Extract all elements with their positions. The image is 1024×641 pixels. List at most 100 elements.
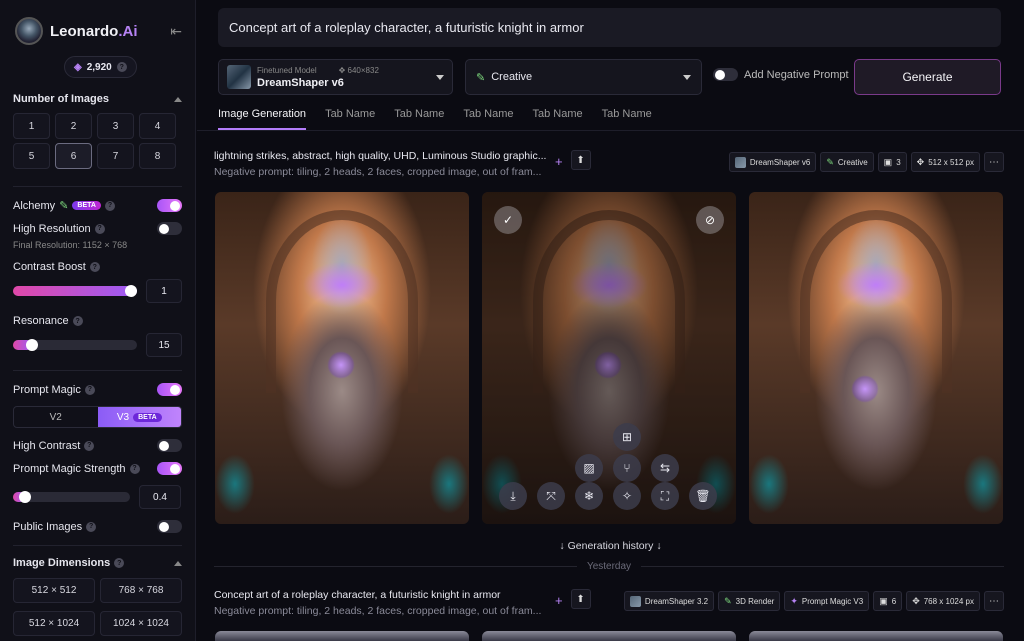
- help-icon[interactable]: ?: [72, 316, 83, 326]
- generated-image-hovered[interactable]: ✓ ⊘ ⊞ ▨ ⑂ ⇆ ⤓ ⤧ ❄ ✧ ⛶ 🗑: [482, 192, 736, 524]
- dim-button[interactable]: 1024 × 1024: [100, 611, 182, 636]
- magic-chip: ✦ Prompt Magic V3: [784, 591, 870, 611]
- snowflake-icon[interactable]: ❄: [575, 482, 603, 510]
- expand-prompt-icon[interactable]: +: [555, 154, 563, 169]
- slider-handle[interactable]: [18, 491, 31, 503]
- prompt-magic-toggle[interactable]: [157, 383, 182, 396]
- sidebar: Leonardo.Ai ⇤ ◈ 2,920 ? Number of Images…: [0, 0, 196, 641]
- expand-icon[interactable]: ⤧: [537, 482, 565, 510]
- num-images-option[interactable]: 8: [139, 143, 176, 169]
- branch-icon[interactable]: ⑂: [613, 454, 641, 482]
- num-images-option[interactable]: 5: [13, 143, 50, 169]
- prompt-input[interactable]: Concept art of a roleplay character, a f…: [218, 8, 1001, 47]
- tab-item[interactable]: Tab Name: [394, 108, 444, 130]
- help-icon[interactable]: ?: [104, 200, 115, 211]
- reuse-prompt-button[interactable]: ⬆: [570, 589, 591, 609]
- dims-grid: 512 × 512 768 × 768 512 × 1024 1024 × 10…: [13, 578, 182, 636]
- help-icon[interactable]: ?: [94, 223, 105, 234]
- collapse-caret-icon[interactable]: [174, 560, 182, 566]
- collapse-caret-icon[interactable]: [174, 96, 182, 102]
- size-chip: ✥ 768 x 1024 px: [906, 591, 980, 611]
- pattern-icon[interactable]: ▨: [575, 454, 603, 482]
- collapse-sidebar-icon[interactable]: ⇤: [170, 23, 182, 40]
- magic-icon[interactable]: ✧: [613, 482, 641, 510]
- dim-button[interactable]: 512 × 1024: [13, 611, 95, 636]
- tab-item[interactable]: Tab Name: [463, 108, 513, 130]
- sparkle-icon: ✦: [790, 595, 798, 606]
- help-icon[interactable]: ?: [129, 463, 140, 474]
- help-icon[interactable]: ?: [84, 384, 95, 395]
- generated-image[interactable]: [215, 631, 469, 641]
- high-res-toggle[interactable]: [157, 222, 182, 235]
- high-contrast-toggle[interactable]: [157, 439, 182, 452]
- chevron-down-icon: [436, 74, 444, 80]
- token-icon: ◈: [74, 61, 82, 73]
- download-icon[interactable]: ⤓: [499, 482, 527, 510]
- model-chip: DreamShaper 3.2: [623, 591, 715, 611]
- alchemy-toggle[interactable]: [157, 199, 182, 212]
- logo-avatar: [15, 17, 43, 45]
- version-v2-button[interactable]: V2: [14, 407, 98, 427]
- generated-image[interactable]: [749, 631, 1003, 641]
- num-images-option[interactable]: 6: [55, 143, 92, 169]
- token-balance[interactable]: ◈ 2,920 ?: [64, 56, 137, 78]
- dims-section[interactable]: Image Dimensions ?: [13, 557, 182, 569]
- check-icon[interactable]: ✓: [494, 206, 522, 234]
- dim-button[interactable]: 768 × 768: [100, 578, 182, 603]
- num-images-option[interactable]: 2: [55, 113, 92, 139]
- crop-icon[interactable]: ⛶: [651, 482, 679, 510]
- public-images-toggle[interactable]: [157, 520, 182, 533]
- slider-handle[interactable]: [125, 285, 137, 297]
- tab-item[interactable]: Tab Name: [532, 108, 582, 130]
- generation-history[interactable]: ↓ Generation history ↓: [197, 540, 1024, 552]
- tab-item[interactable]: Tab Name: [602, 108, 652, 130]
- pm-strength-value[interactable]: 0.4: [139, 485, 181, 509]
- slider-handle[interactable]: [25, 339, 38, 351]
- generation-header: Concept art of a roleplay character, a f…: [214, 589, 1004, 617]
- reuse-prompt-button[interactable]: ⬆: [570, 150, 591, 170]
- num-images-option[interactable]: 1: [13, 113, 50, 139]
- beta-badge: BETA: [72, 201, 101, 210]
- help-icon[interactable]: ?: [86, 521, 97, 532]
- help-icon[interactable]: ?: [114, 558, 125, 568]
- contrast-boost-slider[interactable]: [13, 285, 137, 297]
- model-thumbnail: [629, 595, 641, 607]
- help-icon[interactable]: ?: [116, 62, 127, 72]
- style-select[interactable]: ✎ Creative: [465, 59, 702, 95]
- brush-icon: ✎: [59, 200, 69, 212]
- pm-strength-slider-row: 0.4: [13, 485, 182, 509]
- generate-button[interactable]: Generate: [854, 59, 1001, 95]
- expand-prompt-icon[interactable]: +: [555, 593, 563, 608]
- generated-image[interactable]: [215, 192, 469, 524]
- resonance-slider[interactable]: [13, 339, 137, 351]
- generation-negative-prompt: Negative prompt: tiling, 2 heads, 2 face…: [214, 166, 542, 178]
- num-images-section[interactable]: Number of Images: [13, 93, 182, 105]
- hide-icon[interactable]: ⊘: [696, 206, 724, 234]
- grid-icon[interactable]: ⊞: [613, 423, 641, 451]
- generated-image[interactable]: [482, 631, 736, 641]
- resonance-value[interactable]: 15: [146, 333, 182, 357]
- prompt-magic-row: Prompt Magic ?: [13, 383, 182, 396]
- tab-image-generation[interactable]: Image Generation: [218, 108, 307, 130]
- num-images-option[interactable]: 3: [97, 113, 134, 139]
- version-v3-button[interactable]: V3 BETA: [97, 407, 181, 427]
- more-options-button[interactable]: ⋯: [984, 152, 1004, 172]
- dim-button[interactable]: 512 × 512: [13, 578, 95, 603]
- model-thumbnail: [227, 65, 251, 89]
- final-resolution: Final Resolution: 1152 × 768: [13, 240, 128, 250]
- delete-icon[interactable]: 🗑: [689, 482, 717, 510]
- num-images-option[interactable]: 7: [97, 143, 134, 169]
- more-options-button[interactable]: ⋯: [984, 591, 1004, 611]
- negative-prompt-toggle[interactable]: [713, 68, 738, 81]
- pm-strength-slider[interactable]: [13, 491, 130, 503]
- tab-item[interactable]: Tab Name: [325, 108, 375, 130]
- divider: [13, 186, 182, 187]
- help-icon[interactable]: ?: [84, 440, 95, 451]
- help-icon[interactable]: ?: [89, 262, 100, 272]
- model-select[interactable]: Finetuned Model ✥ 640×832 DreamShaper v6: [218, 59, 453, 95]
- generated-image[interactable]: [749, 192, 1003, 524]
- swap-icon[interactable]: ⇆: [651, 454, 679, 482]
- pm-strength-toggle[interactable]: [157, 462, 182, 475]
- num-images-option[interactable]: 4: [139, 113, 176, 139]
- contrast-boost-value[interactable]: 1: [146, 279, 182, 303]
